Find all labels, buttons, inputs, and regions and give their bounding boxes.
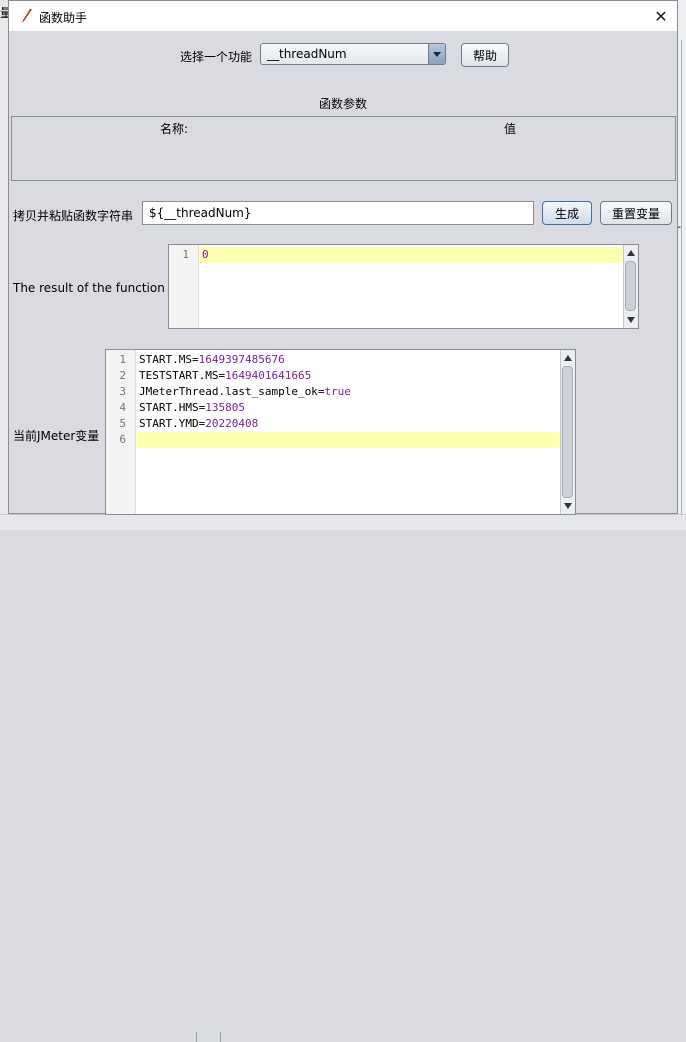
reset-variables-button[interactable]: 重置变量 [600, 201, 672, 225]
line-number: 6 [119, 433, 126, 446]
variable-key: START.HMS [139, 401, 199, 414]
function-select-dropdown[interactable]: __threadNum [260, 43, 446, 65]
result-scrollbar[interactable] [623, 245, 638, 328]
variable-value: 135805 [205, 401, 245, 414]
variable-value: 1649397485676 [198, 353, 285, 366]
function-string-value: ${__threadNum} [149, 206, 252, 220]
jmeter-variables-editor[interactable]: 1 2 3 4 5 6 START.MS=1649397485676 TESTS… [105, 349, 576, 515]
variable-key: START.MS [139, 353, 192, 366]
function-string-input[interactable]: ${__threadNum} [142, 201, 534, 225]
current-line-highlight [136, 432, 560, 448]
help-button-label: 帮助 [472, 48, 497, 63]
variable-key: TESTSTART.MS [139, 369, 219, 382]
code-line: 0 [202, 248, 209, 261]
line-number: 1 [182, 248, 189, 261]
line-number: 1 [119, 353, 126, 366]
column-header-value: 值 [504, 122, 517, 136]
line-number-gutter: 1 2 3 4 5 6 [106, 350, 136, 514]
jmeter-variables-label: 当前JMeter变量 [13, 429, 100, 443]
function-params-label: 函数参数 [319, 97, 368, 111]
variable-key: START.YMD [139, 417, 199, 430]
line-number-gutter: 1 [169, 245, 199, 328]
background-column-line [220, 1032, 221, 1042]
close-icon: ✕ [654, 6, 668, 26]
result-value: 0 [202, 248, 209, 261]
close-button[interactable]: ✕ [649, 5, 673, 27]
scroll-thumb[interactable] [562, 366, 573, 498]
function-helper-dialog: 函数助手 ✕ 选择一个功能 __threadNum 帮助 函数参数 名称: 值 … [8, 0, 678, 515]
help-button[interactable]: 帮助 [461, 43, 509, 67]
current-line-highlight [199, 247, 623, 263]
scroll-down-icon[interactable] [627, 317, 635, 323]
variable-value: 20220408 [205, 417, 259, 430]
generate-button[interactable]: 生成 [542, 201, 592, 225]
variables-scrollbar[interactable] [560, 350, 575, 514]
result-editor[interactable]: 1 0 [168, 244, 639, 329]
variable-value: true [324, 385, 351, 398]
line-number: 3 [119, 385, 126, 398]
background-app-bottom [0, 514, 686, 1042]
scroll-up-icon[interactable] [564, 355, 572, 361]
line-number: 4 [119, 401, 126, 414]
variable-value: 1649401641665 [225, 369, 312, 382]
code-line: START.MS=1649397485676 [139, 353, 285, 366]
generate-button-label: 生成 [554, 206, 579, 221]
column-header-name: 名称: [160, 122, 189, 136]
code-line: START.YMD=20220408 [139, 417, 259, 430]
background-column-line [196, 1032, 197, 1042]
result-label: The result of the function is [13, 281, 179, 295]
function-select-label: 选择一个功能 [180, 50, 253, 64]
function-select-value: __threadNum [267, 47, 347, 61]
reset-variables-label: 重置变量 [611, 206, 660, 221]
variable-key: JMeterThread.last_sample_ok [139, 385, 318, 398]
scroll-thumb[interactable] [625, 261, 636, 311]
dialog-titlebar[interactable]: 函数助手 ✕ [9, 1, 677, 31]
line-number: 2 [119, 369, 126, 382]
scroll-up-icon[interactable] [627, 250, 635, 256]
function-params-table[interactable]: 名称: 值 [11, 116, 676, 181]
dialog-title: 函数助手 [39, 11, 88, 25]
code-line: START.HMS=135805 [139, 401, 245, 414]
background-divider [681, 40, 682, 520]
scroll-down-icon[interactable] [564, 503, 572, 509]
chevron-down-icon[interactable] [428, 44, 445, 64]
feather-pen-icon [22, 8, 32, 23]
background-app-left: 量 [0, 0, 12, 529]
copy-paste-label: 拷贝并粘贴函数字符串 [13, 209, 134, 223]
code-line: JMeterThread.last_sample_ok=true [139, 385, 351, 398]
code-line: TESTSTART.MS=1649401641665 [139, 369, 312, 382]
line-number: 5 [119, 417, 126, 430]
